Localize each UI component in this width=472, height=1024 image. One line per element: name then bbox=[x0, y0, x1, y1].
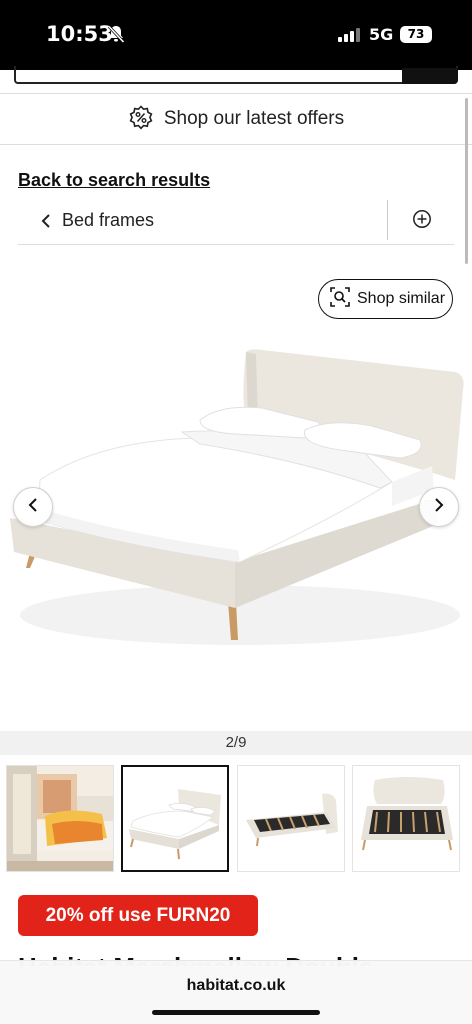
divider bbox=[387, 200, 388, 240]
domain-label[interactable]: habitat.co.uk bbox=[0, 977, 472, 995]
offers-banner[interactable]: Shop our latest offers bbox=[0, 93, 472, 145]
breadcrumb[interactable]: Bed frames bbox=[18, 197, 454, 245]
shop-similar-button[interactable]: Shop similar bbox=[318, 279, 453, 319]
signal-icon bbox=[338, 27, 362, 48]
shop-similar-label: Shop similar bbox=[357, 290, 446, 307]
chevron-left-icon bbox=[40, 213, 52, 234]
chevron-right-icon bbox=[433, 497, 445, 518]
offers-label: Shop our latest offers bbox=[163, 108, 345, 129]
thumbnail-lifestyle[interactable] bbox=[6, 765, 114, 872]
search-bar[interactable] bbox=[14, 66, 458, 84]
status-bar: 10:53 5G 73 bbox=[0, 0, 472, 70]
breadcrumb-label: Bed frames bbox=[62, 210, 155, 230]
visual-search-icon bbox=[329, 286, 351, 313]
promo-badge: 20% off use FURN20 bbox=[18, 895, 258, 936]
thumbnail-bed-front[interactable] bbox=[121, 765, 229, 872]
back-to-search-link[interactable]: Back to search results bbox=[18, 170, 210, 191]
network-type: 5G bbox=[369, 25, 394, 44]
image-counter: 2/9 bbox=[0, 731, 472, 755]
thumbnail-bed-frame-slats[interactable] bbox=[237, 765, 345, 872]
product-main-image[interactable] bbox=[0, 340, 472, 730]
browser-address-bar[interactable]: habitat.co.uk bbox=[0, 960, 472, 1024]
percent-badge-icon bbox=[128, 104, 154, 136]
home-indicator[interactable] bbox=[152, 1010, 320, 1015]
status-time: 10:53 bbox=[46, 22, 113, 46]
carousel-prev-button[interactable] bbox=[13, 487, 53, 527]
scroll-indicator bbox=[465, 98, 468, 264]
plus-circle-icon[interactable] bbox=[412, 209, 432, 234]
thumbnail-bed-frame-back[interactable] bbox=[352, 765, 460, 872]
search-button[interactable] bbox=[402, 68, 458, 84]
carousel-next-button[interactable] bbox=[419, 487, 459, 527]
battery-indicator: 73 bbox=[400, 26, 432, 43]
chevron-left-icon bbox=[27, 497, 39, 518]
bell-muted-icon bbox=[106, 24, 126, 49]
